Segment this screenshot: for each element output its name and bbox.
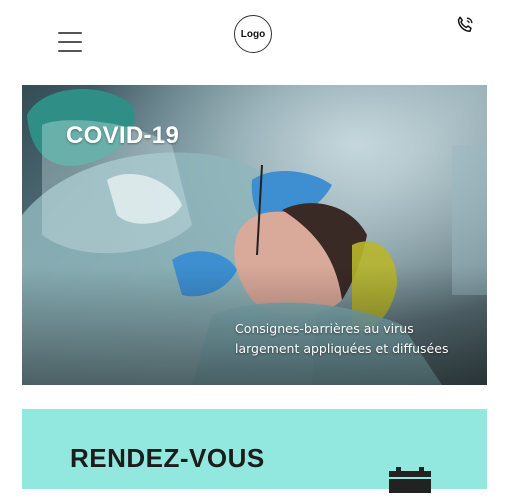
hero-title: COVID-19 (66, 122, 180, 149)
hero-caption: Consignes-barrières au virus largement a… (235, 321, 449, 356)
logo[interactable]: Logo (234, 15, 272, 53)
hamburger-menu-icon[interactable] (58, 30, 86, 52)
header: Logo (0, 0, 511, 80)
phone-icon[interactable] (454, 14, 476, 36)
calendar-icon (388, 463, 432, 493)
rendez-vous-title: RENDEZ-VOUS (70, 443, 265, 473)
rendez-vous-card[interactable]: RENDEZ-VOUS (22, 409, 487, 493)
hero-banner[interactable]: COVID-19 Consignes-barrières au virus la… (22, 85, 487, 385)
